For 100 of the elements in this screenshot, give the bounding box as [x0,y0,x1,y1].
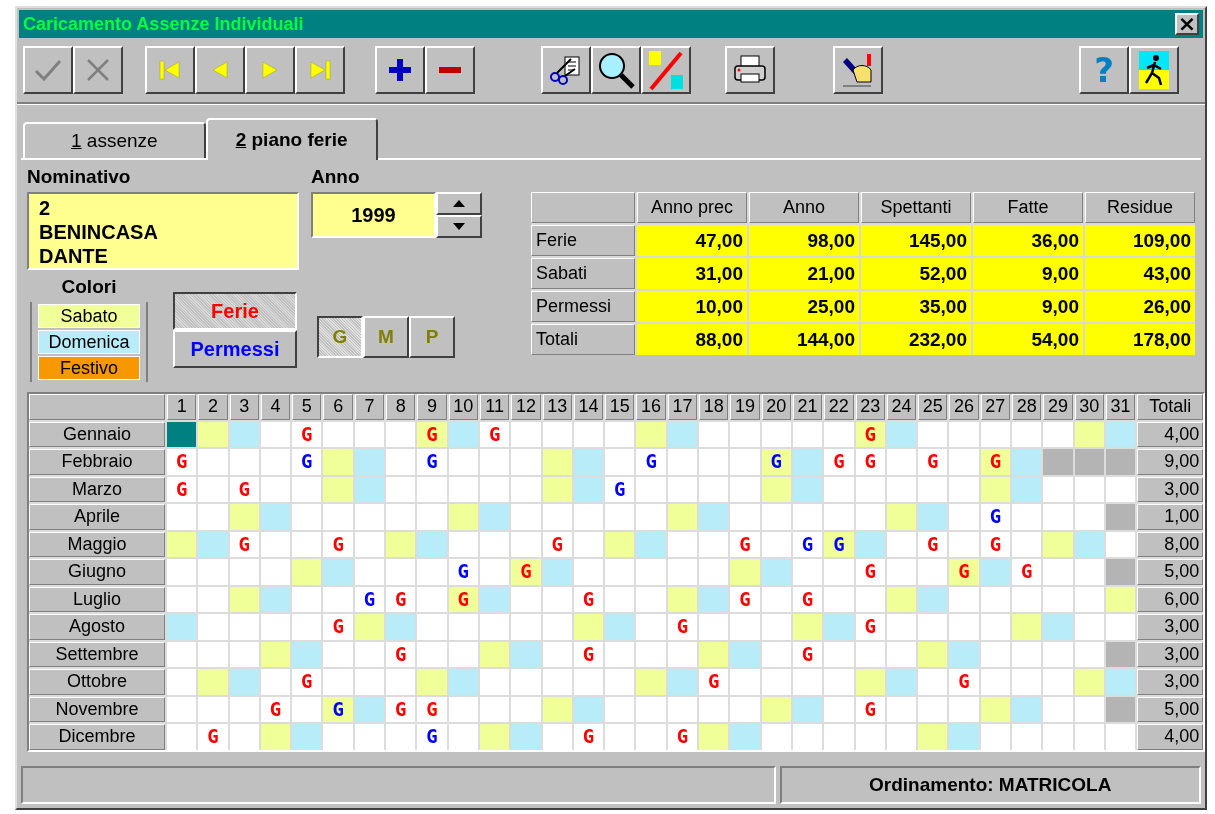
calendar-cell[interactable] [260,559,291,585]
calendar-cell[interactable] [918,559,948,585]
calendar-cell[interactable] [1074,586,1104,612]
calendar-cell[interactable] [573,531,604,557]
calendar-cell[interactable] [605,559,635,585]
calendar-cell[interactable] [1105,449,1136,475]
calendar-cell[interactable] [542,504,572,530]
calendar-cell[interactable] [1012,641,1042,667]
calendar-cell[interactable] [667,641,698,667]
calendar-cell[interactable] [792,559,823,585]
calendar-cell[interactable] [479,614,510,640]
calendar-cell[interactable] [511,449,541,475]
calendar-cell[interactable]: G [1012,559,1042,585]
calendar-cell[interactable] [699,421,729,447]
calendar-cell[interactable] [667,559,698,585]
calendar-cell[interactable] [1012,476,1042,502]
calendar-cell[interactable] [260,504,291,530]
calendar-cell[interactable] [292,724,322,750]
mode-button[interactable]: Ferie [173,292,297,330]
calendar-cell[interactable]: G [292,421,322,447]
calendar-cell[interactable] [1105,614,1136,640]
calendar-cell[interactable] [417,586,447,612]
calendar-cell[interactable]: G [573,641,604,667]
calendar-cell[interactable] [1012,531,1042,557]
calendar-cell[interactable] [699,586,729,612]
calendar-cell[interactable] [354,559,385,585]
calendar-cell[interactable] [761,724,791,750]
calendar-cell[interactable] [1074,641,1104,667]
calendar-cell[interactable] [229,421,259,447]
calendar-cell[interactable] [730,669,760,695]
calendar-cell[interactable] [699,449,729,475]
calendar-cell[interactable] [1074,421,1104,447]
delete-button[interactable] [425,46,475,94]
calendar-cell[interactable]: G [323,614,353,640]
calendar-cell[interactable] [1074,724,1104,750]
calendar-cell[interactable]: G [229,476,259,502]
calendar-cell[interactable] [1043,614,1073,640]
calendar-cell[interactable] [886,476,917,502]
calendar-cell[interactable] [573,421,604,447]
calendar-cell[interactable] [980,559,1010,585]
calendar-cell[interactable] [855,586,885,612]
calendar-cell[interactable]: G [918,449,948,475]
calendar-cell[interactable] [542,586,572,612]
last-record-button[interactable] [295,46,345,94]
calendar-cell[interactable] [292,586,322,612]
calendar-cell[interactable] [699,504,729,530]
calendar-cell[interactable] [699,641,729,667]
calendar-cell[interactable] [479,531,510,557]
calendar-cell[interactable] [260,614,291,640]
calendar-cell[interactable] [761,614,791,640]
calendar-cell[interactable] [980,641,1010,667]
calendar-cell[interactable] [542,614,572,640]
calendar-cell[interactable] [636,531,666,557]
calendar-cell[interactable] [824,641,854,667]
calendar-cell[interactable] [448,641,478,667]
calendar-cell[interactable] [1105,724,1136,750]
search-button[interactable] [591,46,641,94]
calendar-cell[interactable] [479,669,510,695]
calendar-cell[interactable] [354,669,385,695]
calendar-cell[interactable] [354,476,385,502]
calendar-cell[interactable] [1105,476,1136,502]
calendar-cell[interactable] [1105,696,1136,722]
calendar-cell[interactable] [949,504,979,530]
calendar-cell[interactable]: G [292,449,322,475]
calendar-cell[interactable] [1105,421,1136,447]
calendar-cell[interactable] [323,421,353,447]
calendar-cell[interactable] [479,449,510,475]
calendar-cell[interactable] [448,724,478,750]
calendar-cell[interactable] [479,504,510,530]
calendar-cell[interactable] [198,641,228,667]
calendar-cell[interactable] [730,641,760,667]
calendar-cell[interactable] [260,449,291,475]
calendar-cell[interactable]: G [198,724,228,750]
calendar-cell[interactable] [886,669,917,695]
calendar-cell[interactable] [1105,559,1136,585]
calendar-cell[interactable] [511,669,541,695]
calendar-cell[interactable] [198,531,228,557]
calendar-cell[interactable] [542,421,572,447]
calendar-cell[interactable]: G [730,586,760,612]
calendar-cell[interactable]: G [980,531,1010,557]
calendar-cell[interactable] [1043,421,1073,447]
calendar-cell[interactable] [949,696,979,722]
mode-button[interactable]: Permessi [173,330,297,368]
calendar-cell[interactable] [1043,449,1073,475]
calendar-cell[interactable]: G [323,696,353,722]
calendar-cell[interactable] [1012,421,1042,447]
calendar-cell[interactable] [855,724,885,750]
calendar-cell[interactable] [542,641,572,667]
calendar-cell[interactable] [479,724,510,750]
spin-down-button[interactable] [436,215,482,238]
calendar-cell[interactable] [198,696,228,722]
calendar-cell[interactable] [699,724,729,750]
calendar-cell[interactable] [417,641,447,667]
calendar-cell[interactable]: G [855,614,885,640]
calendar-cell[interactable] [386,449,416,475]
calendar-cell[interactable] [229,696,259,722]
calendar-cell[interactable] [636,669,666,695]
calendar-cell[interactable] [167,504,197,530]
edit-button[interactable] [833,46,883,94]
calendar-cell[interactable]: G [667,724,698,750]
